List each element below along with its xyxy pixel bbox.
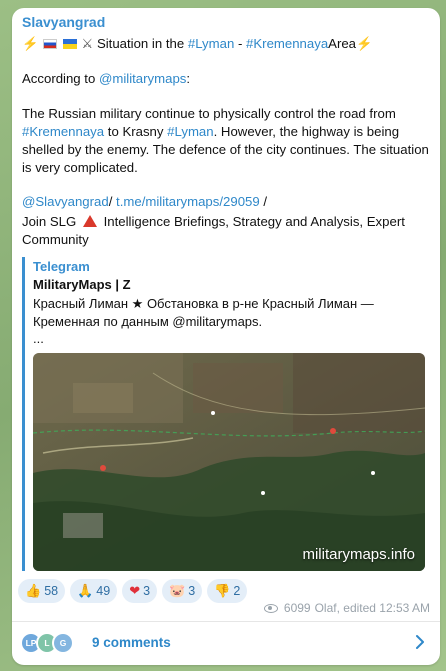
view-count: 6099 xyxy=(283,601,311,615)
heart-icon: ❤ xyxy=(129,583,141,598)
hashtag-kremennaya[interactable]: #Kremennaya xyxy=(22,124,104,139)
quote-text: Красный Лиман ★ Обстановка в р-не Красны… xyxy=(33,296,374,329)
slavyangrad-mention[interactable]: @Slavyangrad xyxy=(22,194,109,209)
links-separator: / xyxy=(263,194,268,209)
commenter-avatars: LP L G xyxy=(20,632,74,654)
avatar: G xyxy=(52,632,74,654)
reaction-count: 49 xyxy=(96,584,111,598)
comments-button[interactable]: LP L G 9 comments xyxy=(12,622,440,665)
chevron-right-icon xyxy=(416,635,424,649)
thumbs-up-icon: 👍 xyxy=(25,583,42,598)
reaction-count: 58 xyxy=(44,584,59,598)
map-image[interactable]: militarymaps.info xyxy=(33,353,425,571)
join-prefix: Join SLG xyxy=(22,214,77,229)
quote-source: Telegram xyxy=(33,259,90,274)
according-suffix: : xyxy=(186,71,191,86)
crossed-swords-icon: ⚔ xyxy=(81,36,94,51)
thumbs-down-icon: 👎 xyxy=(214,583,231,598)
source-post-link[interactable]: t.me/militarymaps/29059 xyxy=(116,194,260,209)
join-line: Join SLG Intelligence Briefings, Strateg… xyxy=(22,213,432,249)
satellite-map-graphic xyxy=(33,353,425,571)
eye-icon xyxy=(263,603,278,613)
links-line: @Slavyangrad/ t.me/militarymaps/29059 / xyxy=(22,193,432,211)
reaction-pig[interactable]: 🐷 3 xyxy=(162,579,203,603)
headline-prefix: Situation in the xyxy=(96,36,185,51)
reactions-bar: 👍 58 🙏 49 ❤ 3 🐷 3 👎 2 xyxy=(18,579,248,603)
lightning-icon: ⚡ xyxy=(356,36,373,51)
reaction-heart[interactable]: ❤ 3 xyxy=(122,579,158,603)
post-headline: ⚡ ⚔ Situation in the #Lyman - #Kremennay… xyxy=(22,35,432,53)
forwarded-quote[interactable]: Telegram MilitaryMaps | Z Красный Лиман … xyxy=(22,257,430,571)
praying-hands-icon: 🙏 xyxy=(77,583,94,598)
reaction-count: 3 xyxy=(143,584,151,598)
post-body: The Russian military continue to physica… xyxy=(22,105,432,177)
pig-face-icon: 🐷 xyxy=(169,583,186,598)
message-bubble: Slavyangrad ⚡ ⚔ Situation in the #Lyman … xyxy=(12,8,440,665)
channel-name[interactable]: Slavyangrad xyxy=(22,14,105,30)
militarymaps-mention[interactable]: @militarymaps xyxy=(99,71,186,86)
links-separator: / xyxy=(108,194,113,209)
quote-ellipsis: ... xyxy=(33,331,44,346)
join-suffix: Intelligence Briefings, Strategy and Ana… xyxy=(22,214,405,247)
ukraine-flag-icon xyxy=(62,39,77,49)
reaction-count: 2 xyxy=(233,584,241,598)
reaction-count: 3 xyxy=(188,584,196,598)
according-line: According to @militarymaps: xyxy=(22,70,432,88)
headline-separator: - xyxy=(237,36,243,51)
quote-author: MilitaryMaps | Z xyxy=(33,277,131,292)
red-triangle-icon xyxy=(82,215,97,227)
headline-suffix: Area xyxy=(328,36,357,51)
body-part-1: The Russian military continue to physica… xyxy=(22,106,396,121)
reaction-thumbs-up[interactable]: 👍 58 xyxy=(18,579,66,603)
according-prefix: According to xyxy=(22,71,96,86)
hashtag-lyman[interactable]: #Lyman xyxy=(188,36,234,51)
author-edited-time: Olaf, edited 12:53 AM xyxy=(314,601,430,615)
lightning-icon: ⚡ xyxy=(22,36,39,51)
map-watermark: militarymaps.info xyxy=(302,546,415,563)
message-meta: 6099 Olaf, edited 12:53 AM xyxy=(263,601,430,615)
comments-label: 9 comments xyxy=(92,635,171,650)
reaction-pray[interactable]: 🙏 49 xyxy=(70,579,118,603)
body-part-2: to Krasny xyxy=(107,124,164,139)
russia-flag-icon xyxy=(43,39,58,49)
reaction-thumbs-down[interactable]: 👎 2 xyxy=(207,579,248,603)
hashtag-kremennaya[interactable]: #Kremennaya xyxy=(246,36,328,51)
hashtag-lyman[interactable]: #Lyman xyxy=(167,124,213,139)
